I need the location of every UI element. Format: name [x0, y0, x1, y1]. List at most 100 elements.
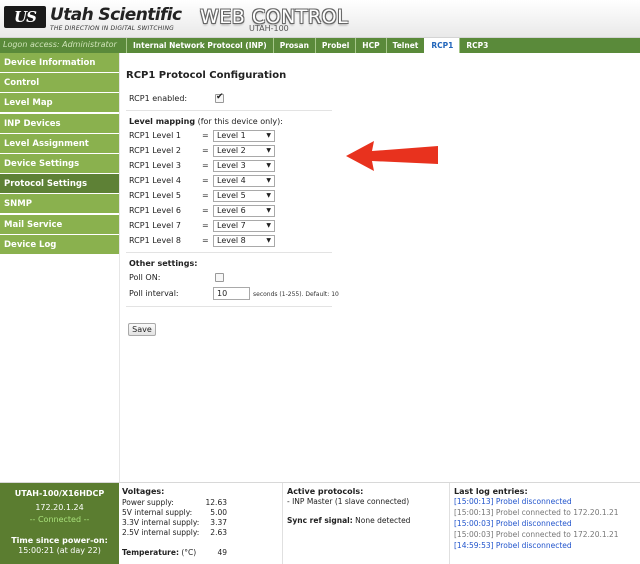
equals-sign: =: [202, 161, 209, 170]
dropdown-caret-icon: ▼: [266, 207, 271, 214]
tab-probel[interactable]: Probel: [314, 38, 355, 53]
sidebar-item-inp-devices[interactable]: INP Devices: [0, 113, 119, 134]
rcp1-level-label: RCP1 Level 6: [129, 206, 181, 215]
sidebar-item-snmp[interactable]: SNMP: [0, 194, 119, 215]
temperature-unit: (°C): [181, 548, 197, 557]
equals-sign: =: [202, 146, 209, 155]
sidebar-nav: Device Information Control Level Map INP…: [0, 53, 119, 482]
divider: [126, 110, 332, 111]
rcp1-level-label: RCP1 Level 5: [129, 191, 181, 200]
voltage-row: 3.3V internal supply: 3.37: [122, 518, 227, 527]
tab-telnet[interactable]: Telnet: [385, 38, 425, 53]
protocols-panel: Active protocols: - INP Master (1 slave …: [284, 483, 450, 564]
level-select[interactable]: Level 1 ▼: [213, 130, 275, 142]
protocols-title: Active protocols:: [287, 487, 364, 496]
poll-on-label: Poll ON:: [129, 273, 161, 282]
level-select-value: Level 5: [217, 191, 246, 200]
poll-interval-input[interactable]: 10: [213, 287, 250, 300]
tab-prosan[interactable]: Prosan: [272, 38, 315, 53]
level-select-value: Level 2: [217, 146, 246, 155]
brand-tagline: THE DIRECTION IN DIGITAL SWITCHING: [50, 25, 174, 32]
level-select[interactable]: Level 7 ▼: [213, 220, 275, 232]
voltage-value: 12.63: [205, 498, 227, 507]
level-select-value: Level 4: [217, 176, 246, 185]
sidebar-item-level-map[interactable]: Level Map: [0, 93, 119, 114]
temperature-value: 49: [217, 548, 227, 557]
sync-ref-row: Sync ref signal: None detected: [287, 516, 410, 525]
sidebar-item-device-log[interactable]: Device Log: [0, 234, 119, 255]
main-content: RCP1 Protocol Configuration RCP1 enabled…: [120, 53, 640, 482]
tab-rcp3[interactable]: RCP3: [459, 38, 494, 53]
voltage-value: 2.63: [210, 528, 227, 537]
sidebar-item-control[interactable]: Control: [0, 73, 119, 94]
tab-rcp1[interactable]: RCP1: [424, 38, 460, 53]
status-footer: UTAH-100/X16HDCP 172.20.1.24 -- Connecte…: [0, 482, 640, 564]
device-ip: 172.20.1.24: [35, 503, 84, 512]
sidebar-item-protocol-settings[interactable]: Protocol Settings: [0, 174, 119, 195]
level-select-value: Level 8: [217, 236, 246, 245]
rcp1-enabled-label: RCP1 enabled:: [129, 94, 188, 103]
header: US Utah Scientific THE DIRECTION IN DIGI…: [0, 0, 640, 38]
dropdown-caret-icon: ▼: [266, 237, 271, 244]
log-entry: [14:59:53] Probel disconnected: [454, 541, 572, 550]
log-entry: [15:00:03] Probel disconnected: [454, 519, 572, 528]
equals-sign: =: [202, 131, 209, 140]
utah-scientific-logo: US: [4, 6, 46, 28]
tab-hcp[interactable]: HCP: [355, 38, 385, 53]
dropdown-caret-icon: ▼: [266, 132, 271, 139]
equals-sign: =: [202, 206, 209, 215]
dropdown-caret-icon: ▼: [266, 177, 271, 184]
tab-inp[interactable]: Internal Network Protocol (INP): [126, 38, 273, 53]
level-select[interactable]: Level 5 ▼: [213, 190, 275, 202]
device-name: UTAH-100/X16HDCP: [14, 489, 105, 498]
sync-ref-value: None detected: [355, 516, 411, 525]
log-panel: Last log entries: [15:00:13] Probel disc…: [451, 483, 640, 564]
equals-sign: =: [202, 221, 209, 230]
level-select[interactable]: Level 2 ▼: [213, 145, 275, 157]
level-select[interactable]: Level 6 ▼: [213, 205, 275, 217]
page-title: RCP1 Protocol Configuration: [126, 70, 287, 81]
dropdown-caret-icon: ▼: [266, 162, 271, 169]
connection-status: -- Connected --: [29, 515, 90, 524]
protocol-tab-bar: Logon access: Administrator Internal Net…: [0, 38, 640, 53]
sidebar-item-mail-service[interactable]: Mail Service: [0, 214, 119, 235]
save-button[interactable]: Save: [128, 323, 156, 336]
level-mapping-title: Level mapping (for this device only):: [129, 117, 283, 126]
protocol-tabs: Internal Network Protocol (INP) Prosan P…: [126, 38, 494, 53]
login-status: Logon access: Administrator: [3, 40, 117, 49]
rcp1-level-label: RCP1 Level 8: [129, 236, 181, 245]
log-entry: [15:00:13] Probel connected to 172.20.1.…: [454, 508, 619, 517]
level-select[interactable]: Level 4 ▼: [213, 175, 275, 187]
level-select[interactable]: Level 8 ▼: [213, 235, 275, 247]
red-arrow-icon: [346, 141, 438, 171]
poll-on-checkbox[interactable]: [215, 273, 224, 282]
poll-interval-hint: seconds (1-255). Default: 10: [253, 291, 339, 298]
equals-sign: =: [202, 191, 209, 200]
log-title: Last log entries:: [454, 487, 528, 496]
log-entry: [15:00:03] Probel connected to 172.20.1.…: [454, 530, 619, 539]
voltage-label: Power supply:: [122, 498, 174, 507]
voltage-value: 3.37: [210, 518, 227, 527]
poll-interval-label: Poll interval:: [129, 289, 179, 298]
rcp1-enabled-checkbox[interactable]: [215, 92, 224, 103]
brand-name: Utah Scientific: [50, 5, 182, 25]
level-select-value: Level 6: [217, 206, 246, 215]
sidebar-item-device-settings[interactable]: Device Settings: [0, 153, 119, 174]
rcp1-level-label: RCP1 Level 1: [129, 131, 181, 140]
dropdown-caret-icon: ▼: [266, 147, 271, 154]
dropdown-caret-icon: ▼: [266, 222, 271, 229]
log-entry: [15:00:13] Probel disconnected: [454, 497, 572, 506]
voltages-panel: Voltages: Power supply: 12.63 5V internal…: [119, 483, 283, 564]
sidebar-item-device-information[interactable]: Device Information: [0, 53, 119, 73]
voltage-label: 3.3V internal supply:: [122, 518, 200, 527]
level-mapping-heading: Level mapping: [129, 117, 196, 126]
equals-sign: =: [202, 176, 209, 185]
level-select[interactable]: Level 3 ▼: [213, 160, 275, 172]
other-settings-title: Other settings:: [129, 259, 197, 268]
voltage-row: 2.5V internal supply: 2.63: [122, 528, 227, 537]
sidebar-item-level-assignment[interactable]: Level Assignment: [0, 133, 119, 154]
protocol-entry: - INP Master (1 slave connected): [287, 497, 410, 506]
temperature-label: Temperature:: [122, 548, 179, 557]
other-settings-heading: Other settings:: [129, 259, 198, 268]
divider: [126, 252, 332, 253]
